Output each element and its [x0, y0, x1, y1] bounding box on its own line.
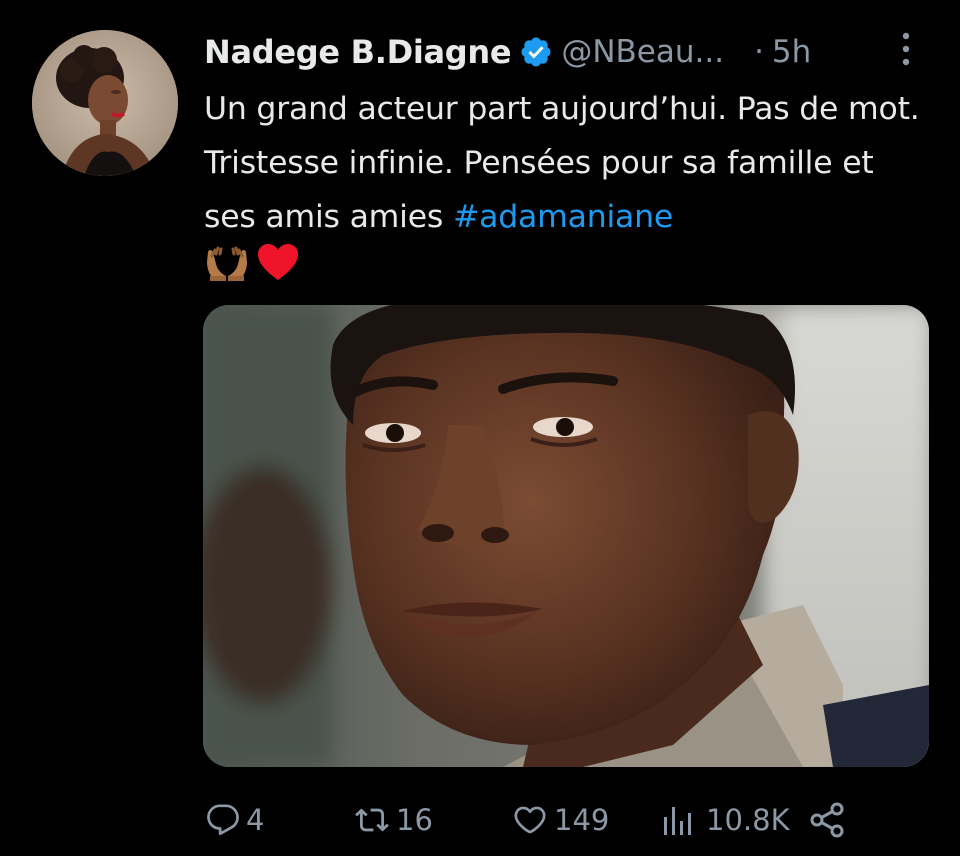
- views-button[interactable]: 10.8K: [660, 792, 790, 848]
- emoji-row: [204, 242, 300, 286]
- retweet-button[interactable]: 16: [354, 792, 433, 848]
- tweet-actions: 4 16 149 10.8K: [204, 792, 904, 848]
- like-button[interactable]: 149: [512, 792, 609, 848]
- palms-up-together-icon: [204, 242, 250, 286]
- display-name[interactable]: Nadege B.Diagne: [204, 33, 512, 71]
- verified-badge-icon: [519, 35, 553, 69]
- reply-button[interactable]: 4: [206, 792, 264, 848]
- share-button[interactable]: [808, 792, 846, 848]
- avatar[interactable]: [32, 30, 178, 176]
- like-count: 149: [554, 803, 610, 837]
- tweet-photo[interactable]: [203, 305, 929, 767]
- share-icon: [808, 801, 846, 839]
- tweet-text: Un grand acteur part aujourd’hui. Pas de…: [204, 82, 934, 244]
- retweet-icon: [354, 803, 390, 837]
- more-options-icon[interactable]: [896, 30, 916, 68]
- red-heart-icon: [256, 242, 300, 286]
- reply-icon: [206, 803, 240, 837]
- reply-count: 4: [246, 803, 265, 837]
- heart-icon: [512, 803, 548, 837]
- analytics-icon: [660, 803, 700, 837]
- retweet-count: 16: [396, 803, 433, 837]
- handle[interactable]: @NBeau...: [561, 34, 724, 70]
- separator-dot: ·: [754, 34, 764, 70]
- views-count: 10.8K: [706, 803, 790, 837]
- timestamp[interactable]: 5h: [772, 34, 811, 70]
- tweet[interactable]: Nadege B.Diagne @NBeau... · 5h Un grand …: [0, 0, 960, 856]
- tweet-header: Nadege B.Diagne @NBeau... · 5h: [204, 28, 934, 76]
- hashtag-link[interactable]: #adamaniane: [453, 199, 673, 235]
